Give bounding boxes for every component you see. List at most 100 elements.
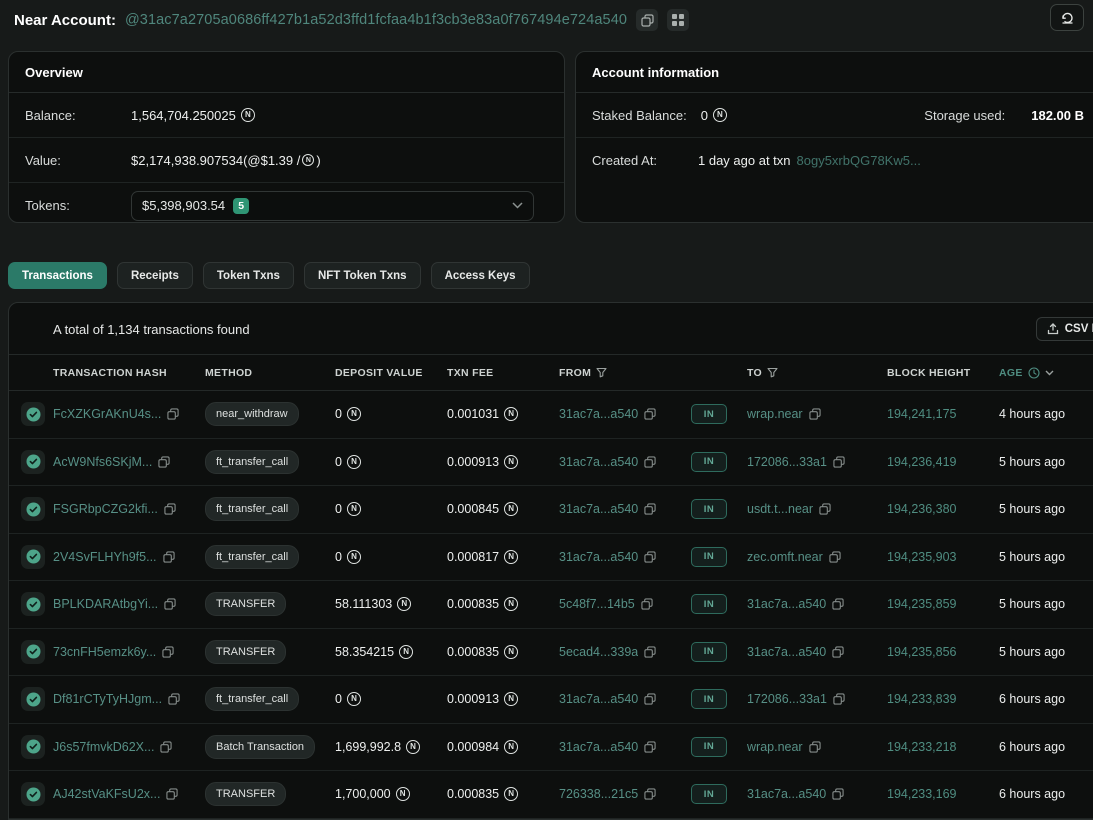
- copy-icon[interactable]: [833, 693, 845, 705]
- balance-value: 1,564,704.250025: [131, 108, 255, 123]
- transaction-hash-link[interactable]: J6s57fmvkD62X...: [53, 740, 154, 754]
- from-address-link[interactable]: 31ac7a...a540: [559, 692, 638, 706]
- share-button[interactable]: [1050, 4, 1084, 31]
- block-height-cell: 194,235,859: [887, 597, 999, 611]
- tab-transactions[interactable]: Transactions: [8, 262, 107, 289]
- tab-nft-token-txns[interactable]: NFT Token Txns: [304, 262, 421, 289]
- block-height-link[interactable]: 194,235,859: [887, 597, 957, 611]
- transaction-hash-link[interactable]: AJ42stVaKFsU2x...: [53, 787, 160, 801]
- copy-icon[interactable]: [163, 551, 175, 563]
- transaction-hash-link[interactable]: FSGRbpCZG2kfi...: [53, 502, 158, 516]
- from-address-link[interactable]: 31ac7a...a540: [559, 502, 638, 516]
- near-coin-icon: [397, 597, 411, 611]
- copy-icon[interactable]: [644, 693, 656, 705]
- qr-code-button[interactable]: [667, 9, 689, 31]
- block-height-link[interactable]: 194,233,169: [887, 787, 957, 801]
- copy-icon[interactable]: [160, 741, 172, 753]
- to-address-link[interactable]: 31ac7a...a540: [747, 787, 826, 801]
- copy-icon[interactable]: [158, 456, 170, 468]
- block-height-link[interactable]: 194,233,839: [887, 692, 957, 706]
- copy-icon[interactable]: [644, 503, 656, 515]
- hash-cell: Df81rCTyTyHJgm...: [53, 692, 205, 706]
- staked-label: Staked Balance:: [592, 108, 687, 123]
- copy-icon[interactable]: [644, 456, 656, 468]
- fee-cell: 0.000913: [447, 455, 559, 469]
- transaction-hash-link[interactable]: AcW9Nfs6SKjM...: [53, 455, 152, 469]
- copy-icon[interactable]: [644, 788, 656, 800]
- copy-icon[interactable]: [168, 693, 180, 705]
- to-address-link[interactable]: 31ac7a...a540: [747, 597, 826, 611]
- to-address-link[interactable]: wrap.near: [747, 407, 803, 421]
- copy-icon[interactable]: [832, 646, 844, 658]
- copy-icon[interactable]: [644, 646, 656, 658]
- filter-funnel-icon[interactable]: [767, 367, 778, 378]
- transaction-hash-link[interactable]: BPLKDARAtbgYi...: [53, 597, 158, 611]
- to-address-link[interactable]: 172086...33a1: [747, 455, 827, 469]
- copy-icon[interactable]: [164, 503, 176, 515]
- block-height-link[interactable]: 194,236,380: [887, 502, 957, 516]
- to-address-link[interactable]: 172086...33a1: [747, 692, 827, 706]
- from-address-link[interactable]: 5ecad4...339a: [559, 645, 638, 659]
- copy-icon[interactable]: [166, 788, 178, 800]
- tab-receipts[interactable]: Receipts: [117, 262, 193, 289]
- transaction-hash-link[interactable]: Df81rCTyTyHJgm...: [53, 692, 162, 706]
- filter-funnel-icon[interactable]: [596, 367, 607, 378]
- share-icon: [1060, 10, 1075, 25]
- copy-icon[interactable]: [644, 551, 656, 563]
- to-address-link[interactable]: 31ac7a...a540: [747, 645, 826, 659]
- balance-row: Balance: 1,564,704.250025: [9, 93, 564, 138]
- copy-icon[interactable]: [167, 408, 179, 420]
- to-address-link[interactable]: wrap.near: [747, 740, 803, 754]
- direction-cell: IN: [691, 499, 747, 519]
- csv-export-button[interactable]: CSV Export: [1036, 317, 1093, 341]
- copy-icon[interactable]: [832, 788, 844, 800]
- staked-balance: Staked Balance: 0: [592, 108, 727, 123]
- status-cell: [21, 592, 53, 616]
- copy-icon[interactable]: [162, 646, 174, 658]
- from-address-link[interactable]: 5c48f7...14b5: [559, 597, 635, 611]
- copy-icon[interactable]: [644, 741, 656, 753]
- from-address-link[interactable]: 31ac7a...a540: [559, 455, 638, 469]
- tokens-dropdown[interactable]: $5,398,903.54 5: [131, 191, 534, 221]
- copy-address-button[interactable]: [636, 9, 658, 31]
- direction-badge: IN: [691, 784, 727, 804]
- copy-icon: [641, 14, 654, 27]
- copy-icon[interactable]: [641, 598, 653, 610]
- created-txn-link[interactable]: 8ogy5xrbQG78Kw5...: [797, 153, 921, 168]
- direction-badge: IN: [691, 594, 727, 614]
- from-address-link[interactable]: 31ac7a...a540: [559, 740, 638, 754]
- success-check-icon: [21, 592, 45, 616]
- tab-access-keys[interactable]: Access Keys: [431, 262, 530, 289]
- copy-icon[interactable]: [644, 408, 656, 420]
- to-address-link[interactable]: usdt.t...near: [747, 502, 813, 516]
- block-height-link[interactable]: 194,233,218: [887, 740, 957, 754]
- block-height-link[interactable]: 194,235,856: [887, 645, 957, 659]
- transaction-hash-link[interactable]: FcXZKGrAKnU4s...: [53, 407, 161, 421]
- copy-icon[interactable]: [832, 598, 844, 610]
- to-cell: zec.omft.near: [747, 550, 887, 564]
- transactions-panel: A total of 1,134 transactions found CSV …: [8, 302, 1093, 820]
- near-coin-icon: [347, 550, 361, 564]
- from-address-link[interactable]: 31ac7a...a540: [559, 550, 638, 564]
- block-height-link[interactable]: 194,236,419: [887, 455, 957, 469]
- copy-icon[interactable]: [833, 456, 845, 468]
- transaction-hash-link[interactable]: 73cnFH5emzk6y...: [53, 645, 156, 659]
- fee-cell: 0.000835: [447, 787, 559, 801]
- column-age-sort[interactable]: AGE: [999, 367, 1093, 379]
- copy-icon[interactable]: [809, 741, 821, 753]
- copy-icon[interactable]: [819, 503, 831, 515]
- copy-icon[interactable]: [809, 408, 821, 420]
- direction-badge: IN: [691, 642, 727, 662]
- from-address-link[interactable]: 31ac7a...a540: [559, 407, 638, 421]
- copy-icon[interactable]: [164, 598, 176, 610]
- table-row: AJ42stVaKFsU2x... TRANSFER 1,700,000 0.0…: [9, 771, 1093, 819]
- near-coin-icon: [504, 502, 518, 516]
- success-check-icon: [21, 640, 45, 664]
- from-address-link[interactable]: 726338...21c5: [559, 787, 638, 801]
- block-height-link[interactable]: 194,241,175: [887, 407, 957, 421]
- copy-icon[interactable]: [829, 551, 841, 563]
- block-height-link[interactable]: 194,235,903: [887, 550, 957, 564]
- transaction-hash-link[interactable]: 2V4SvFLHYh9f5...: [53, 550, 157, 564]
- tab-token-txns[interactable]: Token Txns: [203, 262, 294, 289]
- to-address-link[interactable]: zec.omft.near: [747, 550, 823, 564]
